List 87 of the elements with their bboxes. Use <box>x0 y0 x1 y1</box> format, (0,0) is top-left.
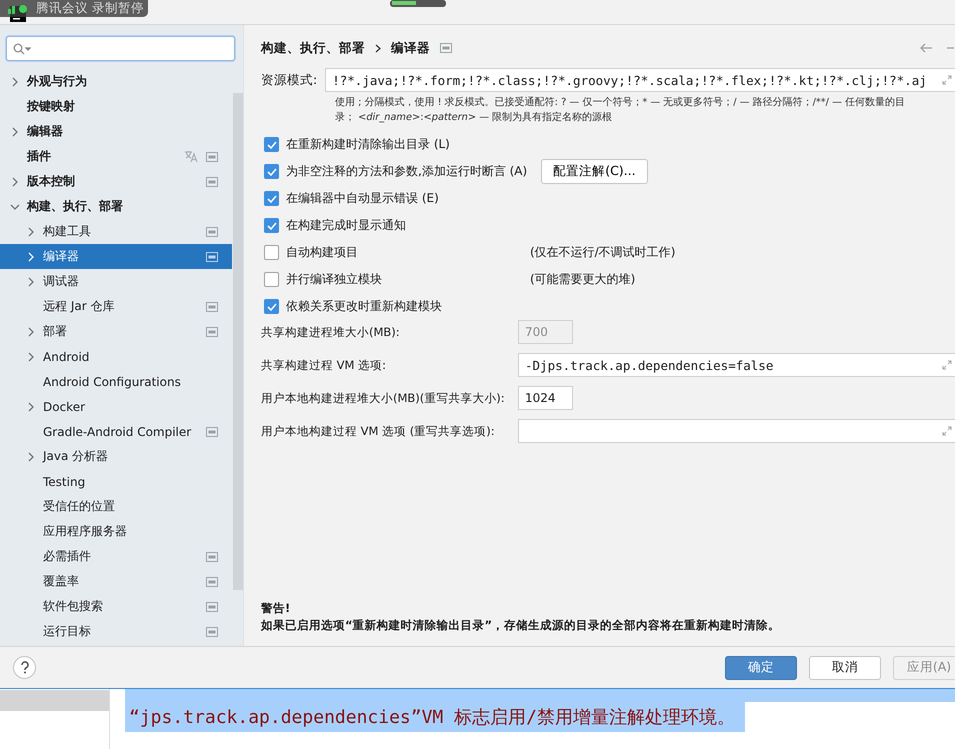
tree-item[interactable]: 版本控制 <box>0 169 232 194</box>
tree-item[interactable]: 编译器 <box>0 244 232 269</box>
expand-icon[interactable] <box>942 360 952 370</box>
checkmark-icon <box>266 194 276 202</box>
dialog-button[interactable]: 确定 <box>725 656 797 680</box>
tree-item[interactable]: 构建工具 <box>0 219 232 244</box>
checkbox[interactable] <box>264 191 279 206</box>
chevron-right-icon[interactable] <box>26 402 36 412</box>
option-note: (仅在不运行/不调试时工作) <box>530 244 676 261</box>
checkmark-icon <box>266 222 276 230</box>
checkbox[interactable] <box>264 272 279 287</box>
chevron-right-icon[interactable] <box>26 276 36 286</box>
checkbox[interactable] <box>264 218 279 233</box>
tree-item[interactable]: Android Configurations <box>0 369 232 394</box>
input-field[interactable]: -Djps.track.ap.dependencies=false <box>518 353 955 377</box>
field-label: 资源模式: <box>261 72 318 88</box>
tree-item[interactable]: Gradle-Android Compiler <box>0 419 232 444</box>
chevron-right-icon <box>375 44 381 52</box>
tree-item[interactable]: 部署 <box>0 319 232 344</box>
checkbox-label: 并行编译独立模块 <box>286 271 383 288</box>
input-field[interactable]: 1024 <box>518 386 573 410</box>
tree-item[interactable]: 覆盖率 <box>0 569 232 594</box>
chevron-right-icon[interactable] <box>26 226 36 236</box>
breadcrumb: 构建、执行、部署 <box>261 40 365 56</box>
audio-meter-icon <box>390 0 446 7</box>
search-field[interactable] <box>6 36 235 61</box>
chevron-right-icon[interactable] <box>10 126 20 136</box>
tree-item[interactable]: Testing <box>0 469 232 494</box>
checkbox-label: 在重新构建时清除输出目录 (L) <box>286 136 450 153</box>
chevron-right-icon[interactable] <box>26 252 36 262</box>
checkmark-icon <box>266 302 276 310</box>
expand-icon[interactable] <box>942 75 952 85</box>
hint-text: 录； <dir_name>:<pattern> — 限制为具有指定名称的源根 <box>335 110 614 125</box>
checkmark-icon <box>266 140 276 148</box>
field-label: 共享构建过程 VM 选项: <box>261 358 387 372</box>
tree-item[interactable]: 外观与行为 <box>0 69 232 94</box>
project-scope-icon <box>440 43 452 53</box>
checkbox[interactable] <box>264 137 279 152</box>
configure-button[interactable]: 配置注解(C)... <box>541 159 648 184</box>
breadcrumb: 编译器 <box>391 40 430 56</box>
expand-icon[interactable] <box>942 426 952 436</box>
help-icon <box>20 661 30 674</box>
checkbox-label: 在编辑器中自动显示错误 (E) <box>286 190 439 207</box>
chevron-down-icon[interactable] <box>10 202 20 212</box>
checkbox-label: 依赖关系更改时重新构建模块 <box>286 298 442 315</box>
input-field[interactable] <box>518 419 955 443</box>
field-label: 用户本地构建过程 VM 选项 (重写共享选项): <box>261 424 496 438</box>
tree-item[interactable]: 按键映射 <box>0 94 232 119</box>
tree-item[interactable]: 必需插件 <box>0 544 232 569</box>
checkbox-label: 为非空注释的方法和参数,添加运行时断言 (A) <box>286 163 528 180</box>
signal-icon <box>8 4 30 14</box>
tree-item[interactable]: 构建、执行、部署 <box>0 194 232 219</box>
tree-item[interactable]: 插件 <box>0 144 232 169</box>
checkbox[interactable] <box>264 245 279 260</box>
chevron-right-icon[interactable] <box>10 76 20 86</box>
tree-item[interactable]: 运行目标 <box>0 619 232 644</box>
checkbox[interactable] <box>264 299 279 314</box>
checkbox-label: 自动构建项目 <box>286 244 359 261</box>
tree-item[interactable]: 编辑器 <box>0 119 232 144</box>
help-button[interactable] <box>13 656 36 679</box>
hint-text: 使用 ; 分隔模式，使用 ! 求反模式。已接受通配符: ? — 仅一个符号；* — 无或更多符号；/ — 路径分隔符；/**/ — 任何数量的目 <box>335 96 906 110</box>
chevron-right-icon[interactable] <box>26 352 36 362</box>
tree-item[interactable]: 受信任的位置 <box>0 494 232 519</box>
tree-item[interactable]: 应用程序服务器 <box>0 519 232 544</box>
warning-title: 警告! <box>261 600 292 617</box>
tree-item[interactable]: 调试器 <box>0 269 232 294</box>
tree-item[interactable]: Docker <box>0 394 232 419</box>
scrollbar[interactable] <box>233 93 243 590</box>
search-icon <box>13 42 31 54</box>
chevron-right-icon[interactable] <box>26 452 36 462</box>
tree-item[interactable]: Java 分析器 <box>0 444 232 469</box>
checkbox[interactable] <box>264 164 279 179</box>
input-field[interactable]: !?*.java;!?*.form;!?*.class;!?*.groovy;!?*.scala;!?*.flex;!?*.kt;!?*.clj;!?*.aj <box>325 68 955 92</box>
field-label: 用户本地构建进程堆大小(MB)(重写共享大小): <box>261 390 506 406</box>
option-note: (可能需要更大的堆) <box>530 271 636 288</box>
checkbox-label: 在构建完成时显示通知 <box>286 217 406 234</box>
chevron-right-icon[interactable] <box>26 326 36 336</box>
field-label: 共享构建进程堆大小(MB): <box>261 324 401 340</box>
checkmark-icon <box>266 168 276 176</box>
warning-text: 如果已启用选项“重新构建时清除输出目录”，存储生成源的目录的全部内容将在重新构建时清除。 <box>261 617 782 634</box>
dialog-button[interactable]: 取消 <box>809 656 881 680</box>
tree-item[interactable]: 远程 Jar 仓库 <box>0 294 232 319</box>
chevron-right-icon[interactable] <box>10 176 20 186</box>
back-arrow-icon[interactable] <box>919 43 933 53</box>
tree-item[interactable]: 软件包搜索 <box>0 594 232 619</box>
tree-item[interactable]: Android <box>0 344 232 369</box>
overlay-text: 腾讯会议 录制暂停 <box>36 0 144 17</box>
